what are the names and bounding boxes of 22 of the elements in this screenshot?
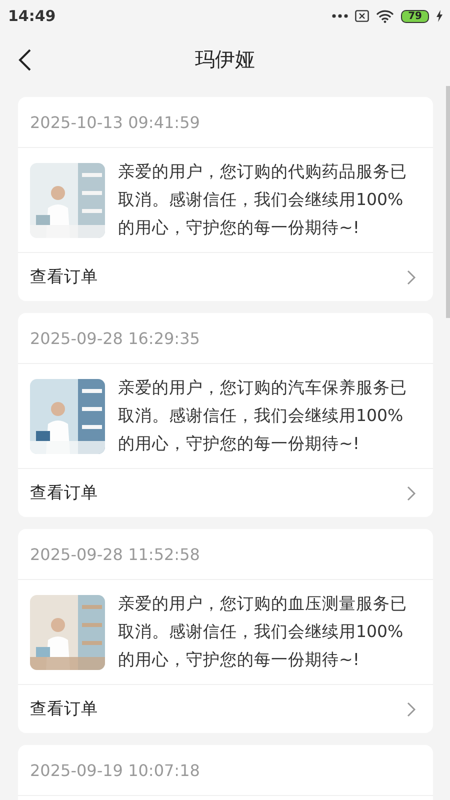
view-order-link[interactable]: 查看订单 [18, 253, 433, 301]
status-time: 14:49 [8, 7, 56, 25]
order-time: 2025-09-28 16:29:35 [30, 328, 200, 348]
view-order-link[interactable]: 查看订单 [18, 469, 433, 517]
back-icon [18, 48, 32, 72]
order-message: 亲爱的用户，您订购的代购药品服务已取消。感谢信任，我们会继续用100%的用心，守护您的每一份期待~! [118, 161, 408, 239]
page-title: 玛伊娅 [195, 46, 255, 72]
battery-level: 79 [401, 10, 429, 22]
order-message: 亲爱的用户，您订购的血压测量服务已取消。感谢信任，我们会继续用100%的用心，守护您的每一份期待~! [118, 593, 408, 671]
sim-icon [355, 10, 370, 22]
view-order-link[interactable]: 查看订单 [18, 685, 433, 733]
order-time: 2025-09-28 11:52:58 [30, 544, 200, 564]
more-icon [332, 14, 348, 18]
order-time: 2025-10-13 09:41:59 [30, 112, 200, 132]
chevron-icon [407, 702, 416, 716]
scroll-bar[interactable] [446, 86, 450, 318]
wifi-icon [376, 10, 394, 22]
order-message: 亲爱的用户，您订购的汽车保养服务已取消。感谢信任，我们会继续用100%的用心，守护您的每一份期待~! [118, 377, 408, 455]
order-time: 2025-09-19 10:07:18 [30, 760, 200, 780]
charging-icon [436, 10, 443, 22]
chevron-icon [407, 270, 416, 284]
chevron-icon [407, 486, 416, 500]
